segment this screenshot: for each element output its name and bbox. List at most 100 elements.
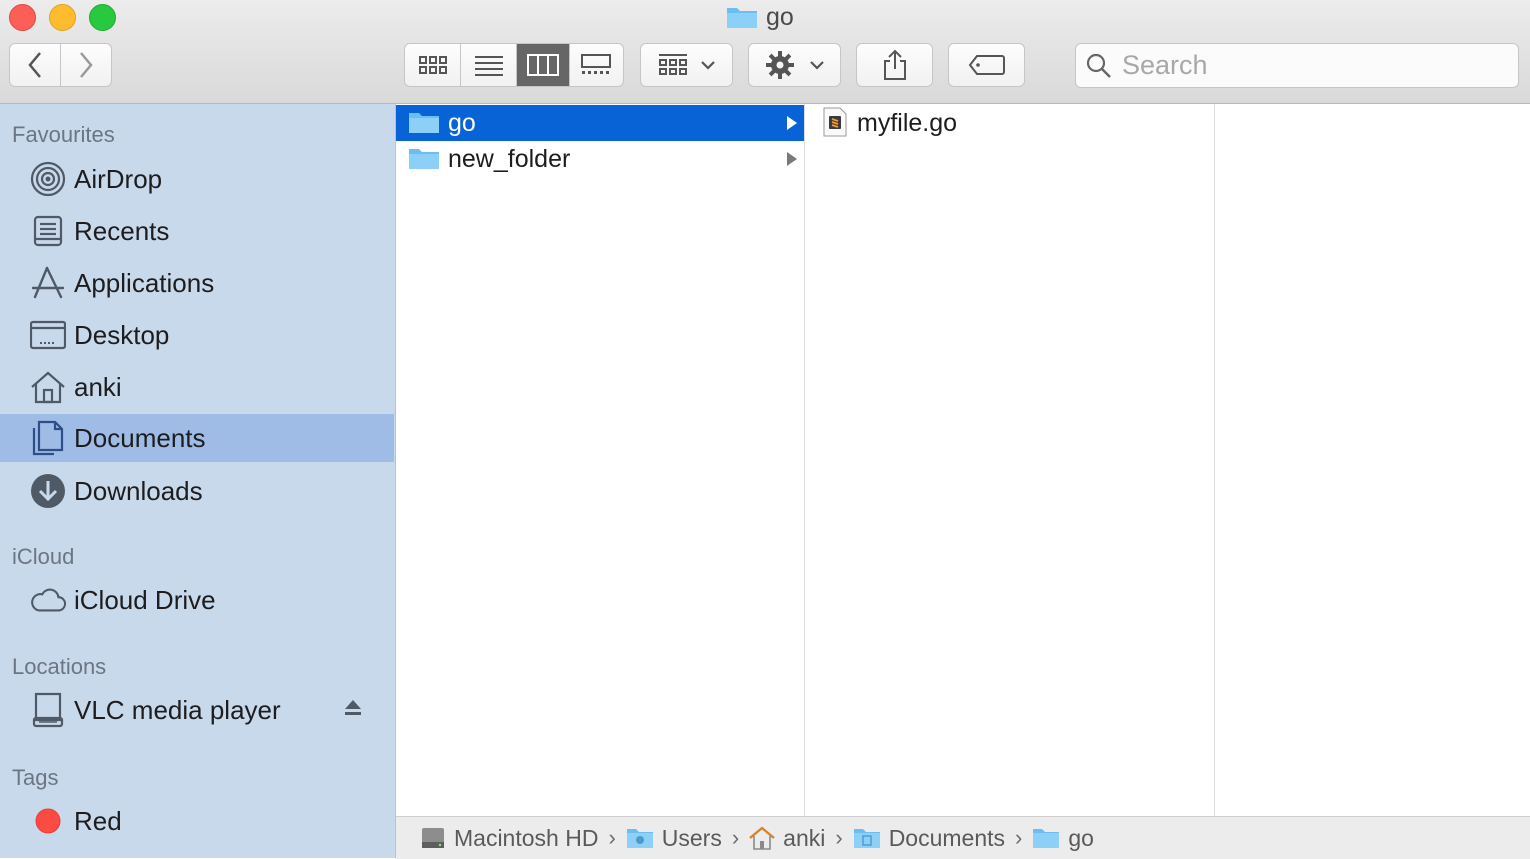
path-item-label: Documents	[888, 824, 1006, 851]
downloads-icon	[30, 473, 66, 509]
drive-icon	[30, 692, 66, 728]
sidebar-item-icloud-drive[interactable]: iCloud Drive	[0, 576, 394, 624]
sidebar-item-label: Desktop	[74, 319, 170, 350]
group-by-button[interactable]	[640, 43, 733, 87]
gallery-icon	[581, 54, 612, 74]
documents-icon	[30, 420, 66, 456]
sidebar-item-home[interactable]: anki	[0, 363, 394, 411]
row-label: new_folder	[448, 144, 571, 173]
airdrop-icon	[30, 161, 66, 197]
browser-column-2: myfile.go	[805, 104, 1215, 816]
sidebar-item-label: iCloud Drive	[74, 584, 216, 615]
forward-button[interactable]	[61, 44, 111, 86]
window-title-text: go	[766, 2, 794, 31]
sidebar-item-tag-red[interactable]: Red	[0, 797, 394, 845]
desktop-icon	[30, 317, 66, 353]
action-button[interactable]	[748, 43, 841, 87]
sidebar-item-label: Applications	[74, 267, 215, 298]
search-input[interactable]	[1120, 49, 1504, 82]
documents-folder-icon	[853, 829, 880, 848]
eject-icon[interactable]	[344, 699, 362, 722]
home-icon	[749, 826, 775, 850]
sidebar-item-desktop[interactable]: Desktop	[0, 311, 394, 359]
search-field[interactable]	[1075, 43, 1519, 88]
sidebar-item-label: Red	[74, 805, 122, 836]
back-button[interactable]	[10, 44, 61, 86]
edit-tags-button[interactable]	[948, 43, 1025, 87]
chevron-down-icon	[809, 61, 824, 70]
sidebar-item-vlc-media-player[interactable]: VLC media player	[0, 686, 394, 734]
chevron-down-icon	[700, 61, 715, 70]
search-icon	[1086, 53, 1111, 78]
folder-icon	[1033, 829, 1060, 848]
sidebar-item-label: Recents	[74, 215, 170, 246]
sidebar-heading-icloud: iCloud	[12, 544, 75, 569]
columns-icon	[527, 54, 560, 76]
view-mode-control	[404, 43, 624, 87]
gear-icon	[765, 51, 794, 79]
chevron-right-icon	[80, 52, 93, 78]
folder-icon	[409, 113, 439, 133]
path-item-label: Users	[661, 824, 722, 851]
applications-icon	[30, 265, 66, 301]
hard-drive-icon	[422, 828, 444, 848]
column-view-button[interactable]	[517, 44, 570, 86]
sidebar-item-label: VLC media player	[74, 694, 281, 725]
path-item-documents[interactable]: Documents	[853, 825, 1005, 852]
zoom-window-button[interactable]	[89, 4, 116, 31]
sidebar: Favourites AirDrop Recents Applications	[0, 104, 396, 858]
cloud-icon	[30, 582, 66, 618]
column-row-go[interactable]: go	[396, 105, 804, 141]
sidebar-item-label: anki	[74, 371, 122, 402]
window-title: go	[726, 2, 794, 32]
path-bar: Macintosh HD › Users › anki › Documents …	[396, 816, 1530, 859]
share-button[interactable]	[856, 43, 933, 87]
sidebar-heading-favourites: Favourites	[12, 122, 115, 147]
toolbar: go	[0, 0, 1530, 104]
share-icon	[883, 49, 906, 80]
sidebar-item-documents[interactable]: Documents	[0, 414, 394, 462]
sidebar-item-label: AirDrop	[74, 163, 163, 194]
icon-view-button[interactable]	[405, 44, 462, 86]
sidebar-item-label: Documents	[74, 422, 206, 453]
path-separator: ›	[1015, 825, 1023, 850]
recents-icon	[30, 213, 66, 249]
folder-icon	[727, 8, 757, 28]
users-folder-icon	[626, 829, 653, 848]
browser-column-3	[1215, 104, 1530, 816]
path-item-go[interactable]: go	[1032, 825, 1094, 852]
list-icon	[474, 56, 503, 76]
sidebar-heading-tags: Tags	[12, 765, 59, 790]
row-label: go	[448, 108, 476, 137]
sidebar-item-downloads[interactable]: Downloads	[0, 467, 394, 515]
row-label: myfile.go	[857, 108, 958, 137]
disclosure-arrow-icon	[787, 116, 797, 130]
gallery-view-button[interactable]	[570, 44, 623, 86]
tag-icon	[968, 55, 1005, 75]
sidebar-item-applications[interactable]: Applications	[0, 259, 394, 307]
path-item-label: anki	[783, 824, 826, 851]
path-separator: ›	[608, 825, 616, 850]
sidebar-heading-locations: Locations	[12, 654, 107, 679]
path-item-macintosh-hd[interactable]: Macintosh HD	[420, 825, 598, 852]
chevron-left-icon	[28, 52, 41, 78]
path-separator: ›	[731, 825, 740, 850]
column-row-myfile-go[interactable]: myfile.go	[805, 105, 1214, 141]
grid-icon	[658, 54, 687, 75]
sidebar-item-airdrop[interactable]: AirDrop	[0, 155, 394, 203]
nav-buttons	[9, 43, 112, 87]
path-item-users[interactable]: Users	[626, 825, 722, 852]
column-row-new-folder[interactable]: new_folder	[396, 141, 804, 177]
red-tag-dot-icon	[30, 803, 66, 839]
folder-icon	[409, 149, 439, 169]
path-item-anki[interactable]: anki	[749, 825, 825, 852]
path-item-label: go	[1068, 824, 1094, 851]
sublime-file-icon	[823, 107, 847, 137]
list-view-button[interactable]	[461, 44, 518, 86]
icon-grid-icon	[418, 56, 447, 74]
close-window-button[interactable]	[9, 4, 36, 31]
minimize-window-button[interactable]	[49, 4, 76, 31]
sidebar-item-label: Downloads	[74, 475, 203, 506]
sidebar-item-recents[interactable]: Recents	[0, 207, 394, 255]
path-item-label: Macintosh HD	[454, 824, 599, 851]
